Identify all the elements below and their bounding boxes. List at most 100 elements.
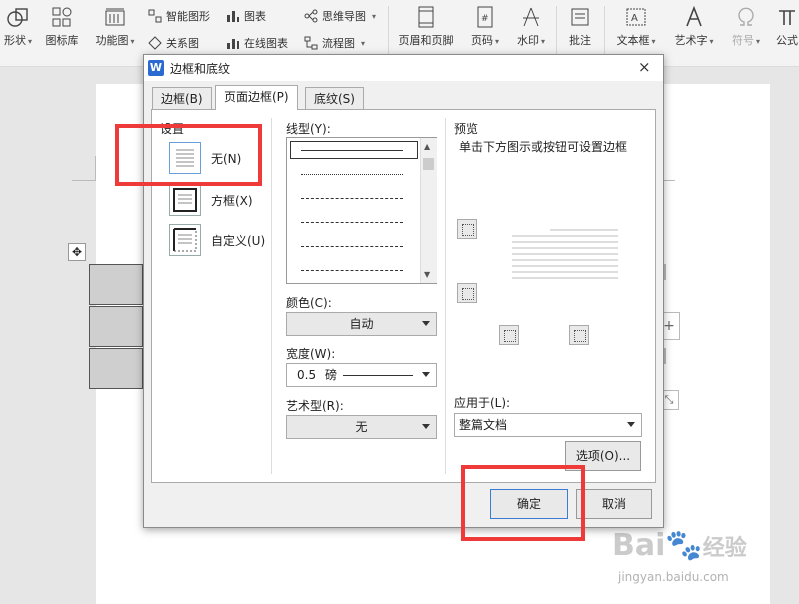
line-style-list[interactable]: ▲ ▼ <box>286 137 437 284</box>
header-footer-button[interactable]: 页眉和页脚 <box>394 6 458 48</box>
line-style-label: 线型(Y): <box>286 122 331 136</box>
smart-graphic-button[interactable]: 智能图形 <box>148 8 210 24</box>
table-cell[interactable] <box>89 264 143 305</box>
column-divider <box>271 118 272 474</box>
scroll-up-icon[interactable]: ▲ <box>424 142 430 151</box>
line-style-dash[interactable] <box>301 222 403 223</box>
line-style-dashed[interactable] <box>301 198 403 199</box>
wps-app-icon: W <box>148 60 164 76</box>
chevron-down-icon <box>422 424 430 429</box>
watermark-brand-tail: 经验 <box>702 536 747 561</box>
function-chart-button[interactable]: 功能图 ▾ <box>90 6 140 48</box>
table-cell[interactable] <box>89 348 143 389</box>
scroll-thumb[interactable] <box>423 158 434 170</box>
watermark-icon <box>523 7 539 27</box>
icon-library-icon <box>52 7 72 27</box>
symbol-icon <box>738 7 754 26</box>
tab-shading[interactable]: 底纹(S) <box>305 87 364 109</box>
formula-button[interactable]: 公式 <box>772 6 799 48</box>
flowchart-label: 流程图 <box>322 37 355 50</box>
wordart-icon <box>686 6 702 27</box>
online-chart-button[interactable]: 在线图表 <box>226 35 288 51</box>
width-value: 0.5 <box>297 368 317 382</box>
tab-borders[interactable]: 边框(B) <box>152 87 212 109</box>
smart-graphic-icon <box>148 9 162 23</box>
dialog-titlebar[interactable]: W 边框和底纹 × <box>144 55 663 81</box>
watermark-button[interactable]: 水印 ▾ <box>512 6 550 48</box>
textbox-button[interactable]: A 文本框 ▾ <box>610 6 662 48</box>
highlight-none-setting <box>115 124 262 186</box>
chevron-down-icon <box>627 422 635 427</box>
margin-corner-mark <box>72 156 96 181</box>
line-style-dash-dot-dot[interactable] <box>301 270 403 271</box>
line-style-scrollbar[interactable]: ▲ ▼ <box>420 138 437 283</box>
bottom-border-button[interactable] <box>457 283 477 303</box>
chart-button[interactable]: 图表 <box>226 8 266 24</box>
header-footer-icon <box>418 6 434 28</box>
line-style-solid[interactable] <box>301 150 403 151</box>
icon-library-button[interactable]: 图标库 <box>42 6 82 48</box>
preview-page[interactable] <box>510 228 620 282</box>
flowchart-icon <box>304 36 318 50</box>
svg-text:#: # <box>481 14 489 24</box>
baidu-watermark: Bai🐾经验 <box>612 528 747 563</box>
page-number-button[interactable]: # 页码 ▾ <box>466 6 504 48</box>
close-icon[interactable]: × <box>638 58 651 76</box>
watermark-brand: Bai <box>612 528 666 563</box>
shape-label: 形状 <box>3 34 26 47</box>
table-move-handle-icon[interactable]: ✥ <box>68 243 86 261</box>
right-border-button[interactable] <box>569 325 589 345</box>
cancel-button[interactable]: 取消 <box>576 489 652 519</box>
chevron-down-icon <box>422 321 430 326</box>
setting-box-option[interactable]: 方框(X) <box>167 182 257 218</box>
wordart-button[interactable]: 艺术字 ▾ <box>668 6 720 48</box>
left-border-button[interactable] <box>499 325 519 345</box>
setting-box-label: 方框(X) <box>211 194 253 208</box>
art-label: 艺术型(R): <box>286 399 344 413</box>
top-border-button[interactable] <box>457 219 477 239</box>
line-style-dash-dot[interactable] <box>301 246 403 247</box>
smart-graphic-label: 智能图形 <box>166 10 210 23</box>
tab-page-border[interactable]: 页面边框(P) <box>215 85 298 110</box>
textbox-icon: A <box>626 8 646 26</box>
mind-map-button[interactable]: 思维导图 ▾ <box>304 8 376 24</box>
chart-label: 图表 <box>244 10 266 23</box>
relationship-icon <box>148 36 162 50</box>
width-line-sample <box>343 375 413 376</box>
relationship-label: 关系图 <box>166 37 199 50</box>
watermark-url: jingyan.baidu.com <box>618 570 729 584</box>
width-label: 宽度(W): <box>286 347 336 361</box>
mind-map-icon <box>304 9 318 23</box>
mind-map-label: 思维导图 <box>322 10 366 23</box>
line-style-dotted[interactable] <box>301 174 403 175</box>
symbol-button[interactable]: 符号 ▾ <box>726 6 766 48</box>
ribbon-separator <box>604 6 605 58</box>
apply-to-select[interactable]: 整篇文档 <box>454 413 642 437</box>
scroll-down-icon[interactable]: ▼ <box>424 270 430 279</box>
setting-custom-option[interactable]: 自定义(U) <box>167 222 267 258</box>
column-divider <box>445 118 446 474</box>
width-select[interactable]: 0.5 磅 <box>286 363 437 387</box>
art-select[interactable]: 无 <box>286 415 437 439</box>
color-select[interactable]: 自动 <box>286 312 437 336</box>
paw-icon: 🐾 <box>665 528 703 563</box>
watermark-label: 水印 <box>516 34 539 47</box>
page-number-label: 页码 <box>470 34 493 47</box>
shape-button[interactable]: 形状 ▾ <box>0 6 36 48</box>
flowchart-button[interactable]: 流程图 ▾ <box>304 35 365 51</box>
setting-custom-label: 自定义(U) <box>211 234 266 248</box>
relationship-button[interactable]: 关系图 <box>148 35 199 51</box>
shape-icon <box>7 8 28 27</box>
annotation-button[interactable]: 批注 <box>562 6 598 48</box>
function-chart-icon <box>105 8 125 26</box>
header-footer-label: 页眉和页脚 <box>398 34 454 47</box>
icon-library-label: 图标库 <box>45 34 79 47</box>
table-cell[interactable] <box>89 306 143 347</box>
formula-icon <box>779 10 795 25</box>
apply-to-value: 整篇文档 <box>459 418 508 432</box>
color-value: 自动 <box>349 317 374 331</box>
dialog-title: 边框和底纹 <box>170 62 231 76</box>
box-border-icon <box>169 184 201 216</box>
preview-hint: 单击下方图示或按钮可设置边框 <box>459 140 628 154</box>
wordart-label: 艺术字 <box>674 34 708 47</box>
